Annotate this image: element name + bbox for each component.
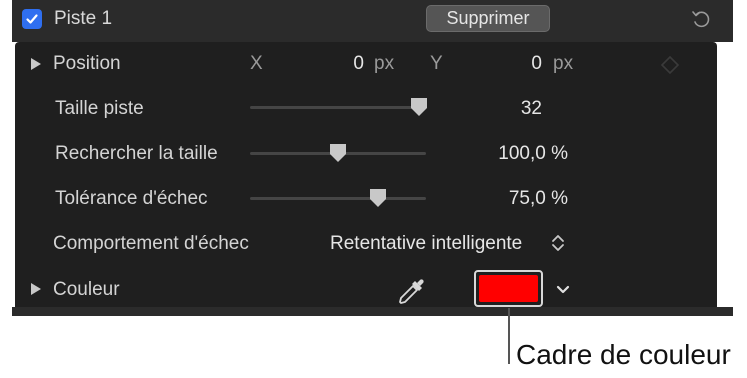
fail-tolerance-slider-thumb[interactable]	[369, 188, 387, 208]
position-y-unit: px	[553, 53, 574, 74]
track-size-value[interactable]: 32	[470, 97, 542, 121]
chevron-down-icon[interactable]	[554, 282, 572, 298]
search-size-value[interactable]: 100,0 %	[460, 142, 568, 166]
position-x-value[interactable]: 0	[330, 52, 364, 76]
callout-line	[508, 308, 510, 364]
color-well[interactable]	[474, 270, 543, 307]
color-disclosure-icon[interactable]	[29, 282, 43, 296]
fail-behavior-label: Comportement d'échec	[53, 233, 249, 254]
track-size-slider[interactable]	[250, 106, 426, 109]
panel-bottom-strip	[12, 307, 733, 316]
eyedropper-icon[interactable]	[396, 277, 426, 307]
color-swatch	[479, 275, 538, 302]
fail-tolerance-value[interactable]: 75,0 %	[460, 187, 568, 211]
fail-tolerance-slider[interactable]	[250, 197, 426, 200]
track-size-label: Taille piste	[55, 98, 144, 119]
fail-behavior-popup[interactable]: Retentative intelligente	[330, 232, 542, 256]
reset-icon[interactable]	[690, 8, 712, 30]
position-y-label: Y	[430, 53, 443, 74]
track-enabled-checkbox[interactable]	[22, 9, 42, 29]
track-header	[12, 0, 733, 42]
popup-arrows-icon[interactable]	[550, 232, 566, 254]
keyframe-diamond-icon[interactable]	[660, 55, 680, 75]
position-label: Position	[53, 53, 121, 74]
position-disclosure-icon[interactable]	[29, 57, 43, 71]
color-label: Couleur	[53, 279, 120, 300]
delete-button[interactable]: Supprimer	[426, 5, 550, 32]
search-size-label: Rechercher la taille	[55, 143, 218, 164]
search-size-slider-thumb[interactable]	[329, 143, 347, 163]
position-x-label: X	[250, 53, 263, 74]
position-y-value[interactable]: 0	[508, 52, 542, 76]
checkmark-icon	[26, 14, 38, 24]
fail-tolerance-label: Tolérance d'échec	[55, 188, 208, 209]
position-x-unit: px	[374, 53, 395, 74]
track-size-slider-thumb[interactable]	[410, 97, 428, 117]
track-title: Piste 1	[54, 8, 113, 29]
track-parameters	[15, 42, 717, 307]
callout-label: Cadre de couleur	[516, 339, 731, 370]
